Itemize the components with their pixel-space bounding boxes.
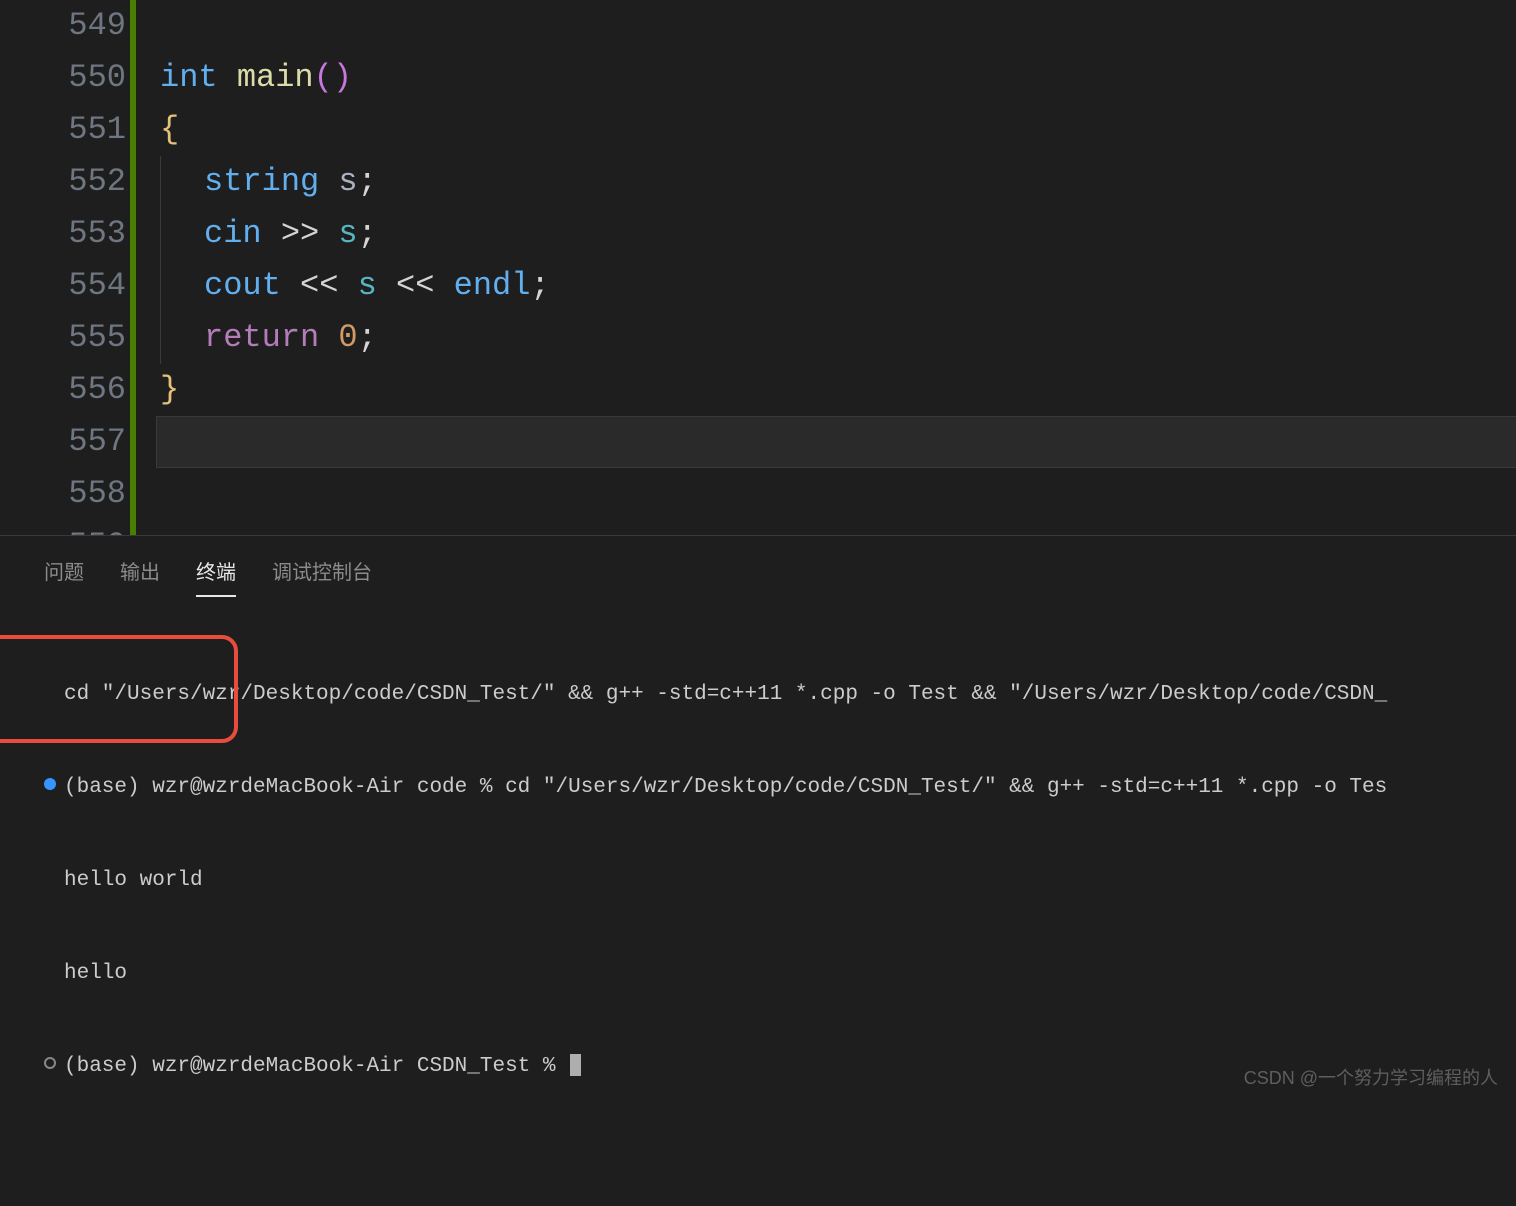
- code-line[interactable]: [156, 416, 1516, 468]
- code-line[interactable]: cout << s << endl;: [160, 260, 1516, 312]
- prompt-dot-icon: [44, 1057, 56, 1069]
- line-number: 558: [0, 468, 126, 520]
- terminal-line: cd "/Users/wzr/Desktop/code/CSDN_Test/" …: [44, 679, 1472, 710]
- code-line[interactable]: cin >> s;: [160, 208, 1516, 260]
- line-number: 551: [0, 104, 126, 156]
- bottom-panel: 问题 输出 终端 调试控制台 cd "/Users/wzr/Desktop/co…: [0, 535, 1516, 1104]
- code-line[interactable]: int main(): [160, 52, 1516, 104]
- tab-debug-console[interactable]: 调试控制台: [272, 548, 372, 597]
- line-number-gutter: 549550551552553554555556557558559: [0, 0, 130, 535]
- line-number: 553: [0, 208, 126, 260]
- line-number: 557: [0, 416, 126, 468]
- watermark-text: CSDN @一个努力学习编程的人: [1244, 1064, 1498, 1090]
- line-number: 556: [0, 364, 126, 416]
- code-line[interactable]: }: [160, 364, 1516, 416]
- line-number: 554: [0, 260, 126, 312]
- terminal-cursor: [570, 1054, 581, 1076]
- modified-indicator-bar: [130, 0, 136, 535]
- panel-tab-bar: 问题 输出 终端 调试控制台: [0, 536, 1516, 597]
- code-line[interactable]: return 0;: [160, 312, 1516, 364]
- terminal-body[interactable]: cd "/Users/wzr/Desktop/code/CSDN_Test/" …: [0, 597, 1516, 1206]
- code-line[interactable]: {: [160, 104, 1516, 156]
- terminal-line: hello world: [44, 865, 1472, 896]
- code-line[interactable]: [160, 0, 1516, 52]
- line-number: 550: [0, 52, 126, 104]
- code-line[interactable]: [160, 520, 1516, 535]
- code-area[interactable]: int main(){string s;cin >> s;cout << s <…: [160, 0, 1516, 535]
- line-number: 559: [0, 520, 126, 535]
- terminal-line: (base) wzr@wzrdeMacBook-Air code % cd "/…: [44, 772, 1472, 803]
- editor-pane: 549550551552553554555556557558559 int ma…: [0, 0, 1516, 535]
- terminal-line: hello: [44, 958, 1472, 989]
- prompt-dot-icon: [44, 778, 56, 790]
- code-line[interactable]: string s;: [160, 156, 1516, 208]
- line-number: 549: [0, 0, 126, 52]
- line-number: 555: [0, 312, 126, 364]
- tab-problems[interactable]: 问题: [44, 548, 84, 597]
- tab-terminal[interactable]: 终端: [196, 548, 236, 597]
- tab-output[interactable]: 输出: [120, 548, 160, 597]
- code-line[interactable]: [160, 468, 1516, 520]
- line-number: 552: [0, 156, 126, 208]
